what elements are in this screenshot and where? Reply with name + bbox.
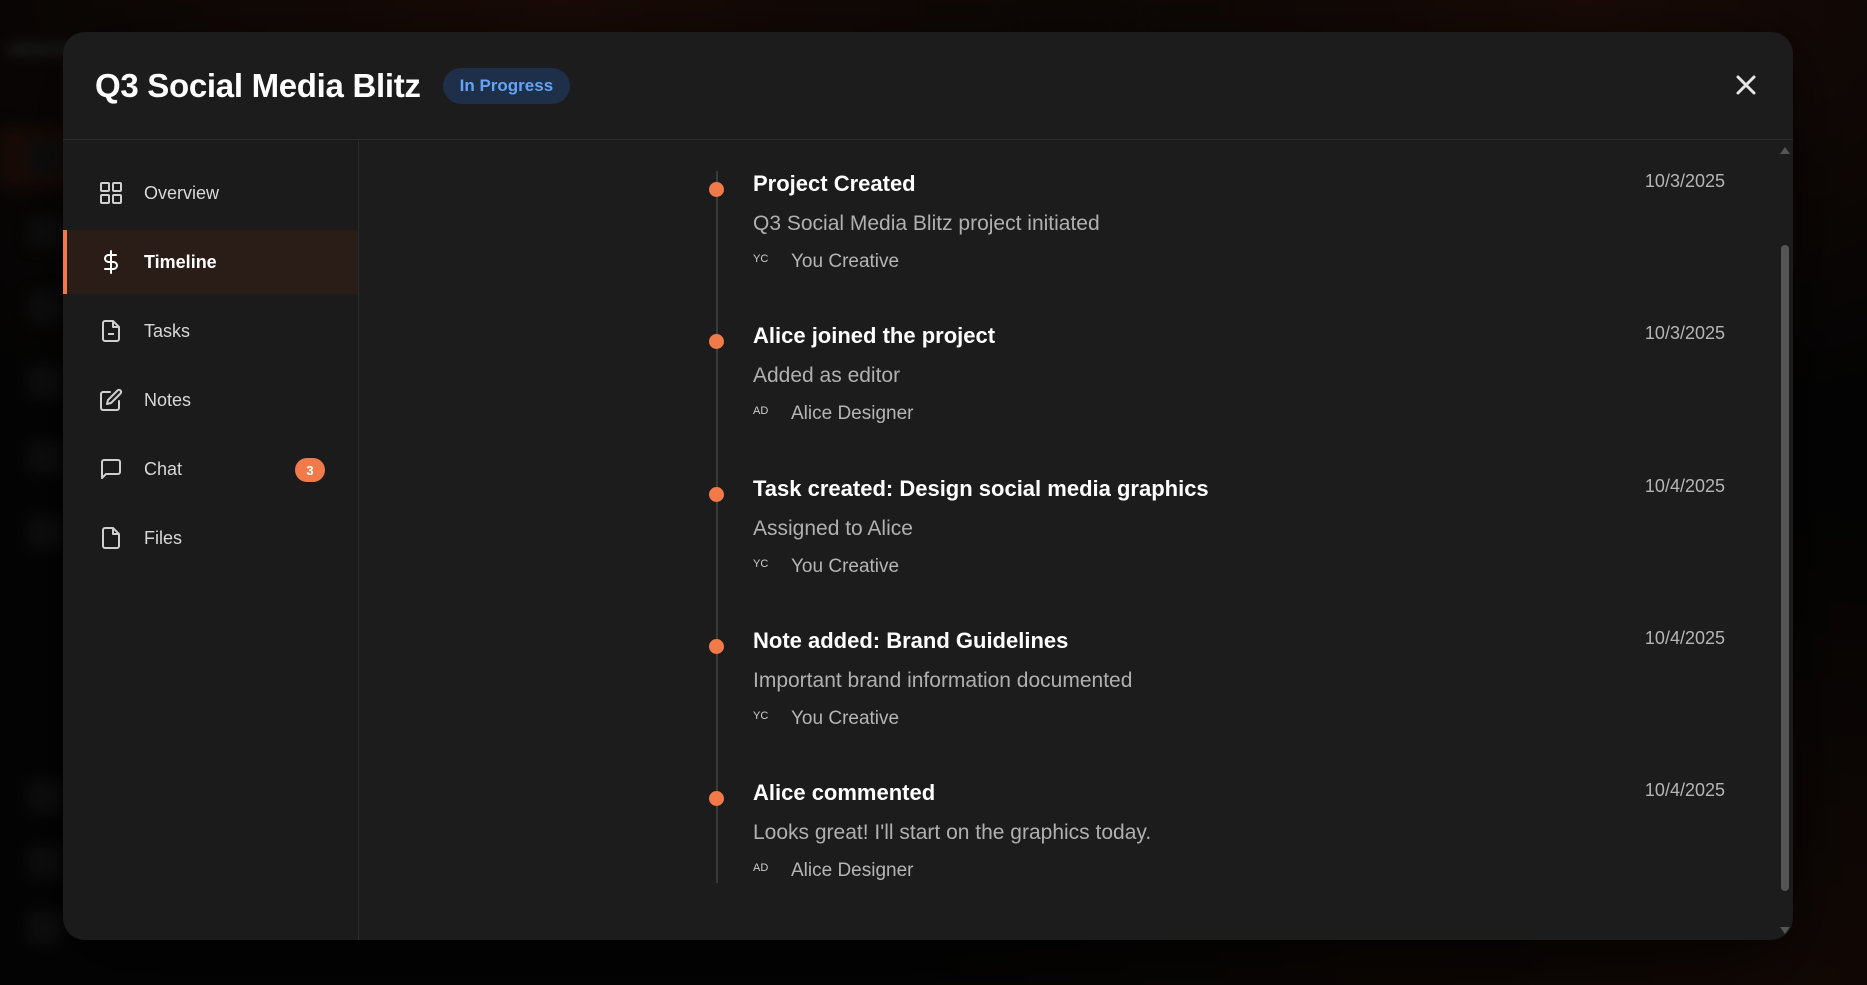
timeline-event: Project Created 10/3/2025 Q3 Social Medi… bbox=[359, 166, 1793, 316]
chat-count-badge: 3 bbox=[295, 458, 325, 482]
author-name: You Creative bbox=[791, 708, 900, 729]
event-author: YC You Creative bbox=[753, 556, 899, 578]
author-name: You Creative bbox=[791, 556, 900, 577]
timeline-event: Task created: Design social media graphi… bbox=[359, 471, 1793, 621]
event-date: 10/4/2025 bbox=[1644, 628, 1725, 648]
status-badge: In Progress bbox=[442, 67, 571, 104]
sidebar-item-notes[interactable]: Notes bbox=[63, 368, 358, 432]
modal-title: Q3 Social Media Blitz bbox=[95, 66, 421, 104]
avatar: YC bbox=[753, 558, 769, 570]
event-date: 10/3/2025 bbox=[1644, 171, 1725, 191]
avatar: YC bbox=[753, 253, 769, 265]
sidebar-item-label: Tasks bbox=[144, 320, 191, 341]
dollar-icon bbox=[98, 249, 124, 275]
sidebar-item-label: Overview bbox=[144, 182, 220, 203]
timeline-dot bbox=[709, 639, 724, 654]
sidebar-item-label: Timeline bbox=[144, 251, 217, 272]
event-description: Assigned to Alice bbox=[753, 517, 913, 540]
event-description: Added as editor bbox=[753, 364, 901, 387]
event-author: AD Alice Designer bbox=[753, 403, 914, 425]
event-title: Alice commented bbox=[753, 780, 936, 805]
file-text-icon bbox=[98, 318, 124, 344]
sidebar-item-label: Chat bbox=[144, 458, 183, 479]
scrollbar[interactable] bbox=[1777, 141, 1793, 940]
avatar: AD bbox=[753, 862, 769, 874]
grid-icon bbox=[98, 180, 124, 206]
event-author: YC You Creative bbox=[753, 251, 899, 273]
timeline-dot bbox=[709, 182, 724, 197]
event-title: Note added: Brand Guidelines bbox=[753, 628, 1069, 653]
avatar: YC bbox=[753, 710, 769, 722]
close-button[interactable] bbox=[1729, 68, 1763, 102]
event-description: Important brand information documented bbox=[753, 669, 1133, 692]
timeline-event: Alice commented 10/4/2025 Looks great! I… bbox=[359, 775, 1793, 925]
project-modal: Q3 Social Media Blitz In Progress Overvi… bbox=[63, 32, 1793, 940]
file-icon bbox=[98, 525, 124, 551]
event-title: Task created: Design social media graphi… bbox=[753, 476, 1209, 501]
sidebar-item-label: Files bbox=[144, 527, 183, 548]
event-description: Q3 Social Media Blitz project initiated bbox=[753, 212, 1100, 235]
timeline-dot bbox=[709, 487, 724, 502]
sidebar-item-files[interactable]: Files bbox=[63, 506, 358, 570]
close-icon bbox=[1736, 75, 1756, 95]
sidebar-item-chat[interactable]: Chat 3 bbox=[63, 437, 358, 501]
sidebar-item-tasks[interactable]: Tasks bbox=[63, 299, 358, 363]
avatar: AD bbox=[753, 405, 769, 417]
scroll-up-icon[interactable] bbox=[1780, 147, 1790, 154]
timeline-dot bbox=[709, 334, 724, 349]
modal-sidebar: Overview Timeline Tasks Notes Chat 3 Fil… bbox=[63, 141, 359, 940]
event-date: 10/3/2025 bbox=[1644, 323, 1725, 343]
sidebar-item-overview[interactable]: Overview bbox=[63, 161, 358, 225]
timeline-dot bbox=[709, 791, 724, 806]
modal-body: Overview Timeline Tasks Notes Chat 3 Fil… bbox=[63, 141, 1793, 940]
timeline-panel: Project Created 10/3/2025 Q3 Social Medi… bbox=[359, 141, 1793, 940]
edit-icon bbox=[98, 387, 124, 413]
author-name: Alice Designer bbox=[791, 403, 914, 424]
event-date: 10/4/2025 bbox=[1644, 780, 1725, 800]
scroll-thumb[interactable] bbox=[1781, 245, 1789, 891]
sidebar-item-timeline[interactable]: Timeline bbox=[63, 230, 358, 294]
event-date: 10/4/2025 bbox=[1644, 476, 1725, 496]
author-name: You Creative bbox=[791, 251, 900, 272]
author-name: Alice Designer bbox=[791, 860, 914, 881]
scroll-down-icon[interactable] bbox=[1780, 927, 1790, 934]
timeline-event: Alice joined the project 10/3/2025 Added… bbox=[359, 318, 1793, 468]
event-author: YC You Creative bbox=[753, 708, 899, 730]
message-icon bbox=[98, 456, 124, 482]
event-author: AD Alice Designer bbox=[753, 860, 914, 882]
sidebar-item-label: Notes bbox=[144, 389, 192, 410]
event-description: Looks great! I'll start on the graphics … bbox=[753, 821, 1152, 844]
event-title: Project Created bbox=[753, 171, 916, 196]
modal-header: Q3 Social Media Blitz In Progress bbox=[63, 32, 1793, 140]
timeline-event: Note added: Brand Guidelines 10/4/2025 I… bbox=[359, 623, 1793, 773]
event-title: Alice joined the project bbox=[753, 323, 996, 348]
